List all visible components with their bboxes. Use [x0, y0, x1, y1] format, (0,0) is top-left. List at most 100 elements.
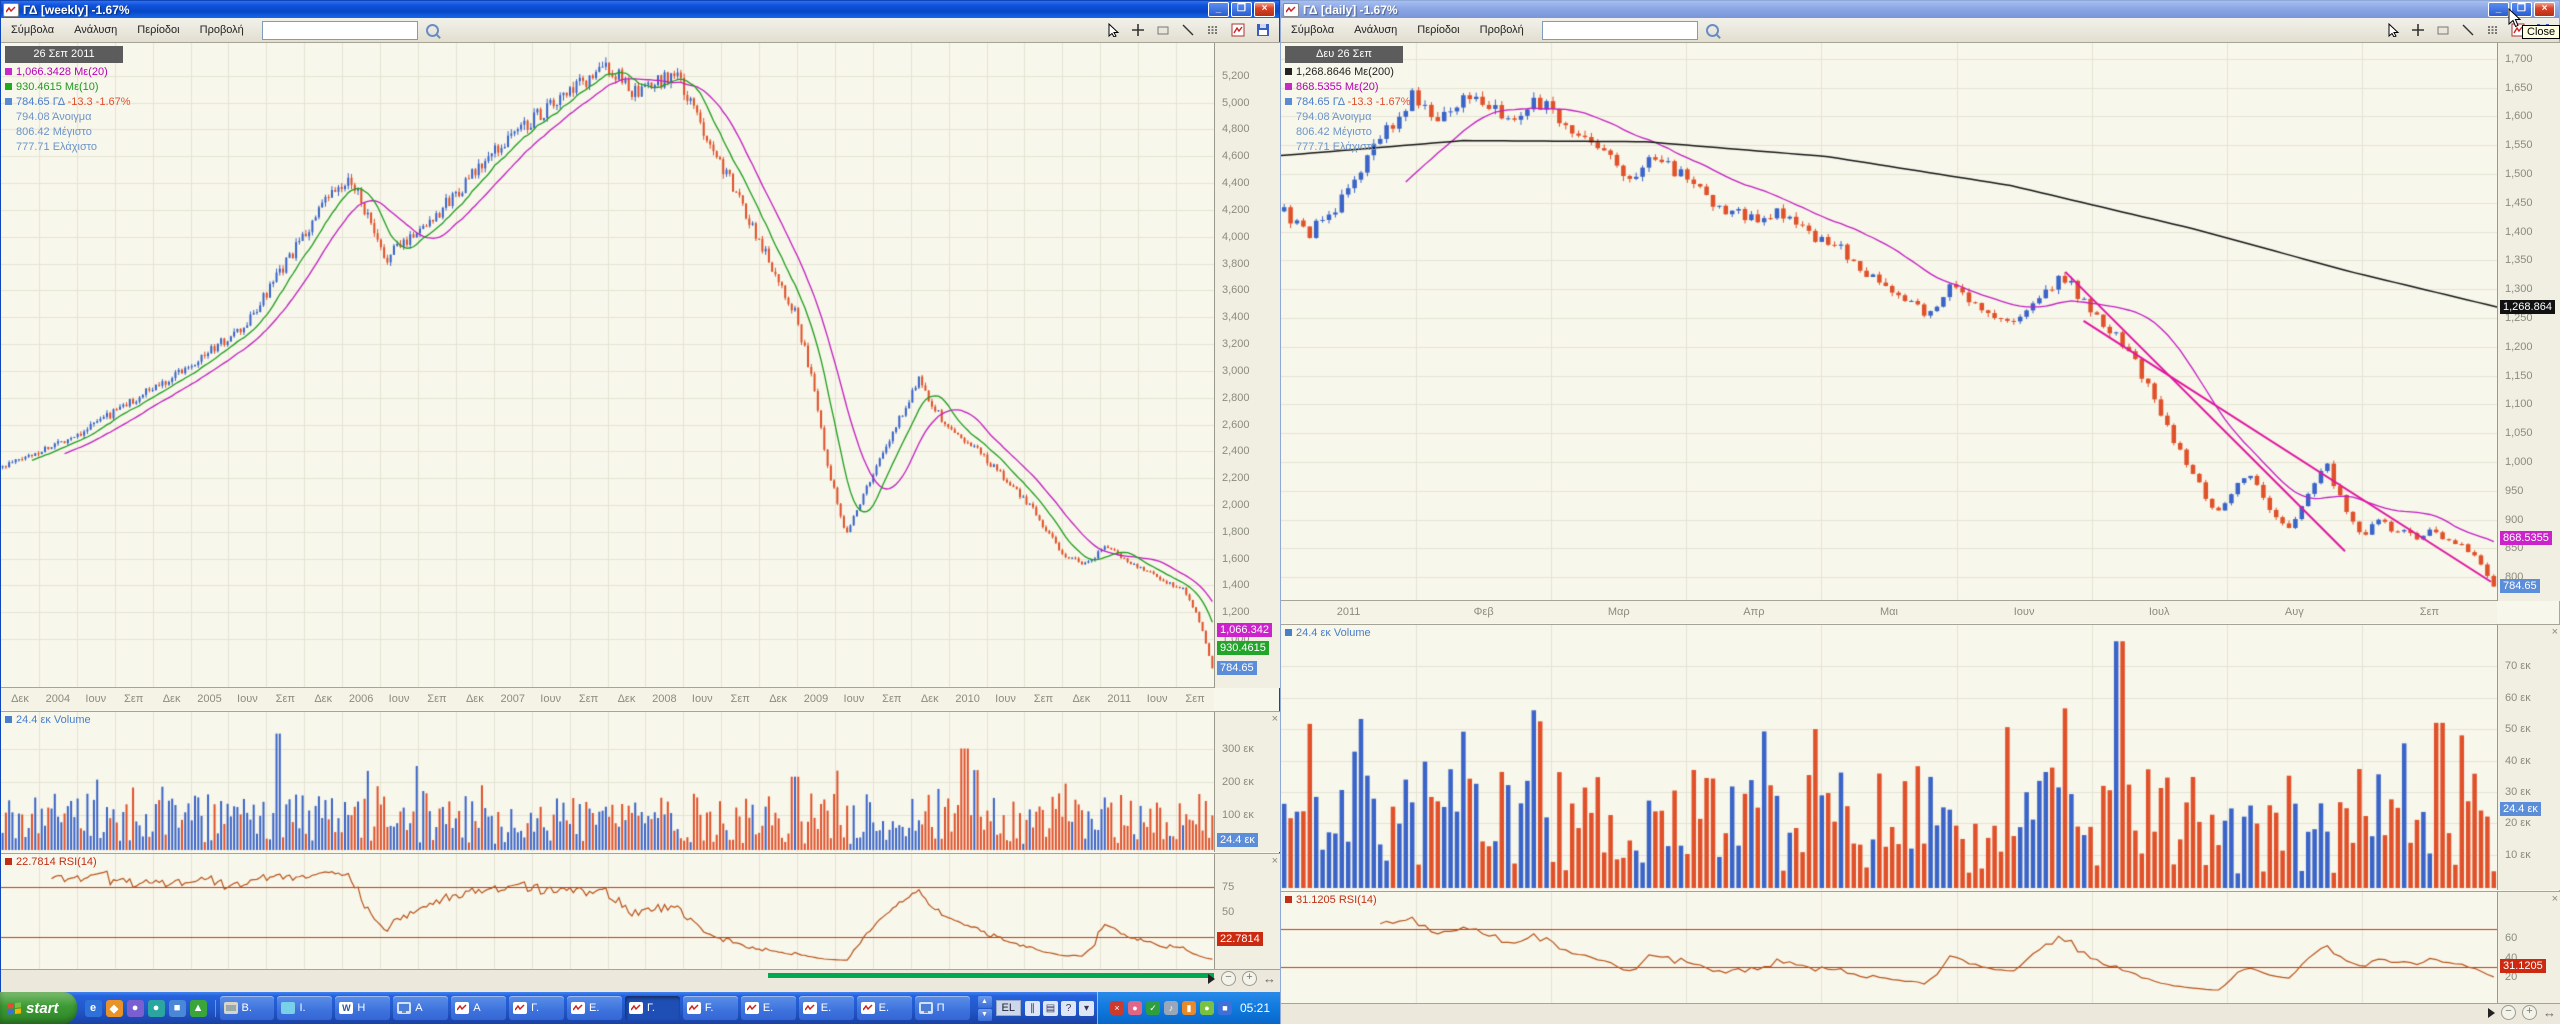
close-rsi-pane-button[interactable]: ×: [1272, 856, 1278, 866]
taskbar-button-2[interactable]: WH: [335, 996, 390, 1020]
rsi-pane: 755022.7814×22.7814 RSI(14): [1, 853, 1281, 970]
zoom-out-button[interactable]: −: [2501, 1005, 2516, 1020]
close-volume-pane-button[interactable]: ×: [2552, 627, 2558, 637]
tray-icon-4[interactable]: ▮: [1182, 1001, 1196, 1015]
line-tool-icon[interactable]: [1180, 22, 1196, 38]
taskbar-button-6[interactable]: E.: [567, 996, 622, 1020]
start-button[interactable]: start: [0, 992, 77, 1024]
menu-item-3[interactable]: Προβολή: [1470, 22, 1534, 38]
globe-icon[interactable]: ●: [148, 1000, 165, 1017]
taskbar-button-0[interactable]: B.: [220, 996, 275, 1020]
taskbar-button-12[interactable]: Π: [915, 996, 970, 1020]
taskbar-button-label: Γ.: [531, 1002, 539, 1014]
recycle-icon[interactable]: ▲: [190, 1000, 207, 1017]
legend-change-text: -13.3 -1.67%: [65, 96, 131, 108]
minimize-button[interactable]: _: [2488, 2, 2509, 17]
taskbar-button-3[interactable]: A: [393, 996, 448, 1020]
pointer-tool-icon[interactable]: [2385, 22, 2401, 38]
zoom-in-button[interactable]: +: [2522, 1005, 2537, 1020]
taskbar-button-8[interactable]: F.: [683, 996, 738, 1020]
tray-icon-3[interactable]: ♪: [1164, 1001, 1178, 1015]
titlebar-weekly[interactable]: ΓΔ [weekly] -1.67% _ ❐ ×: [1, 1, 1279, 18]
expand-icon[interactable]: ▾: [1079, 1001, 1094, 1016]
taskbar-button-5[interactable]: Γ.: [509, 996, 564, 1020]
minimize-button[interactable]: _: [1208, 2, 1229, 17]
time-axis-label: Δεκ: [608, 693, 646, 705]
taskbar-button-10[interactable]: E.: [799, 996, 854, 1020]
close-button[interactable]: ×: [2534, 2, 2555, 17]
legend-text: 784.65 ΓΔ: [16, 96, 65, 108]
symbol-search-input[interactable]: [262, 21, 418, 40]
time-axis-label: Δεκ: [304, 693, 342, 705]
menu-item-0[interactable]: Σύμβολα: [1, 22, 64, 38]
price-tick: 1,300: [2505, 283, 2533, 295]
save-icon[interactable]: [1255, 22, 1271, 38]
close-rsi-pane-button[interactable]: ×: [2552, 894, 2558, 904]
scroll-down-icon[interactable]: ▼: [978, 1009, 992, 1021]
chart-style-icon[interactable]: [1230, 22, 1246, 38]
titlebar-daily[interactable]: ΓΔ [daily] -1.67% _ ❐ ×: [1281, 1, 2559, 18]
help-icon[interactable]: ?: [1061, 1001, 1076, 1016]
tray-icon-0[interactable]: ×: [1110, 1001, 1124, 1015]
tray-icon-1[interactable]: ●: [1128, 1001, 1142, 1015]
box-tool-icon[interactable]: [2435, 22, 2451, 38]
restore-button[interactable]: ❐: [1231, 2, 1252, 17]
scroll-right-icon[interactable]: [1208, 974, 1215, 984]
zoom-in-button[interactable]: +: [1242, 971, 1257, 986]
menu-item-3[interactable]: Προβολή: [190, 22, 254, 38]
tablet-pen-icon[interactable]: ▤: [1043, 1001, 1058, 1016]
menu-item-2[interactable]: Περίοδοι: [1407, 22, 1469, 38]
grid-tool-icon[interactable]: [2485, 22, 2501, 38]
tray-icon-2[interactable]: ✓: [1146, 1001, 1160, 1015]
line-tool-icon[interactable]: [2460, 22, 2476, 38]
price-chart-canvas[interactable]: [1, 43, 1214, 688]
crosshair-tool-icon[interactable]: [1130, 22, 1146, 38]
fit-width-icon[interactable]: ↔: [1263, 971, 1276, 986]
menu-item-2[interactable]: Περίοδοι: [127, 22, 189, 38]
search-icon[interactable]: [1706, 24, 1719, 37]
close-volume-pane-button[interactable]: ×: [1272, 714, 1278, 724]
volume-bullet: [1285, 629, 1292, 636]
pointer-tool-icon[interactable]: [1105, 22, 1121, 38]
taskbar-button-9[interactable]: E.: [741, 996, 796, 1020]
menu-item-0[interactable]: Σύμβολα: [1281, 22, 1344, 38]
taskbar-button-7[interactable]: Γ.: [625, 996, 680, 1020]
scroll-up-icon[interactable]: ▲: [978, 996, 992, 1008]
scheduler-icon[interactable]: ◆: [106, 1000, 123, 1017]
taskbar-button-11[interactable]: E.: [857, 996, 912, 1020]
legend-row: 777.71 Ελάχιστο: [1285, 140, 1411, 155]
menu-item-1[interactable]: Ανάλυση: [64, 22, 127, 38]
volume-canvas[interactable]: [1, 712, 1214, 852]
grid-tool-icon[interactable]: [1205, 22, 1221, 38]
taskbar-button-1[interactable]: I.: [277, 996, 332, 1020]
symbol-search-input[interactable]: [1542, 21, 1698, 40]
internet-explorer-icon[interactable]: e: [85, 1000, 102, 1017]
zoom-out-button[interactable]: −: [1221, 971, 1236, 986]
tray-icon-5[interactable]: ●: [1200, 1001, 1214, 1015]
scroll-right-icon[interactable]: [2488, 1008, 2495, 1018]
chart-window-icon: [3, 3, 19, 17]
language-indicator[interactable]: EL: [996, 1000, 1021, 1016]
menu-item-1[interactable]: Ανάλυση: [1344, 22, 1407, 38]
chart-legend: 26 Σεπ 20111,066.3428 Με(20)930.4615 Με(…: [5, 46, 131, 155]
close-button[interactable]: ×: [1254, 2, 1275, 17]
crosshair-tool-icon[interactable]: [2410, 22, 2426, 38]
fit-width-icon[interactable]: ↔: [2543, 1005, 2556, 1020]
price-chart-canvas[interactable]: [1281, 43, 2497, 601]
taskbar-button-label: Γ.: [647, 1002, 655, 1014]
taskbar-button-4[interactable]: A: [451, 996, 506, 1020]
rsi-canvas[interactable]: [1281, 892, 2497, 1004]
price-marker: 868.5355: [2500, 531, 2552, 545]
price-tick: 4,800: [1222, 123, 1250, 135]
price-tick: 4,600: [1222, 150, 1250, 162]
legend-bullet: [1285, 128, 1292, 135]
volume-canvas[interactable]: [1281, 625, 2497, 890]
tray-icon-6[interactable]: ■: [1218, 1001, 1232, 1015]
messenger-icon[interactable]: ●: [127, 1000, 144, 1017]
microphone-icon[interactable]: ∥: [1025, 1001, 1040, 1016]
rsi-canvas[interactable]: [1, 854, 1214, 970]
visible-range-bar[interactable]: [768, 973, 1214, 978]
search-icon[interactable]: [426, 24, 439, 37]
notes-icon[interactable]: ■: [169, 1000, 186, 1017]
box-tool-icon[interactable]: [1155, 22, 1171, 38]
